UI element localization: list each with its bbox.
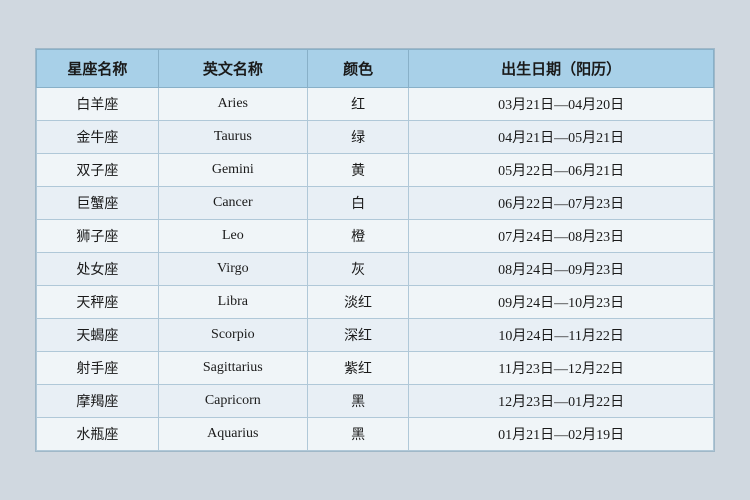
table-row: 摩羯座Capricorn黑12月23日—01月22日 xyxy=(37,385,714,418)
cell-chinese: 水瓶座 xyxy=(37,418,159,451)
cell-english: Capricorn xyxy=(158,385,307,418)
zodiac-table-container: 星座名称 英文名称 颜色 出生日期（阳历） 白羊座Aries红03月21日—04… xyxy=(35,48,715,452)
header-chinese: 星座名称 xyxy=(37,50,159,88)
cell-english: Aquarius xyxy=(158,418,307,451)
cell-english: Taurus xyxy=(158,121,307,154)
cell-color: 橙 xyxy=(307,220,409,253)
cell-english: Gemini xyxy=(158,154,307,187)
cell-date: 06月22日—07月23日 xyxy=(409,187,714,220)
cell-chinese: 狮子座 xyxy=(37,220,159,253)
table-row: 处女座Virgo灰08月24日—09月23日 xyxy=(37,253,714,286)
table-row: 白羊座Aries红03月21日—04月20日 xyxy=(37,88,714,121)
table-row: 水瓶座Aquarius黑01月21日—02月19日 xyxy=(37,418,714,451)
cell-date: 03月21日—04月20日 xyxy=(409,88,714,121)
cell-english: Libra xyxy=(158,286,307,319)
cell-date: 09月24日—10月23日 xyxy=(409,286,714,319)
table-row: 巨蟹座Cancer白06月22日—07月23日 xyxy=(37,187,714,220)
cell-chinese: 处女座 xyxy=(37,253,159,286)
cell-chinese: 双子座 xyxy=(37,154,159,187)
cell-english: Scorpio xyxy=(158,319,307,352)
cell-date: 08月24日—09月23日 xyxy=(409,253,714,286)
table-row: 双子座Gemini黄05月22日—06月21日 xyxy=(37,154,714,187)
cell-english: Virgo xyxy=(158,253,307,286)
cell-color: 白 xyxy=(307,187,409,220)
table-row: 射手座Sagittarius紫红11月23日—12月22日 xyxy=(37,352,714,385)
cell-chinese: 金牛座 xyxy=(37,121,159,154)
cell-chinese: 巨蟹座 xyxy=(37,187,159,220)
header-color: 颜色 xyxy=(307,50,409,88)
cell-english: Sagittarius xyxy=(158,352,307,385)
cell-date: 10月24日—11月22日 xyxy=(409,319,714,352)
cell-color: 淡红 xyxy=(307,286,409,319)
cell-english: Aries xyxy=(158,88,307,121)
table-row: 天蝎座Scorpio深红10月24日—11月22日 xyxy=(37,319,714,352)
table-row: 天秤座Libra淡红09月24日—10月23日 xyxy=(37,286,714,319)
cell-date: 12月23日—01月22日 xyxy=(409,385,714,418)
table-header-row: 星座名称 英文名称 颜色 出生日期（阳历） xyxy=(37,50,714,88)
cell-english: Cancer xyxy=(158,187,307,220)
cell-chinese: 摩羯座 xyxy=(37,385,159,418)
cell-english: Leo xyxy=(158,220,307,253)
cell-color: 黑 xyxy=(307,385,409,418)
cell-color: 黄 xyxy=(307,154,409,187)
header-english: 英文名称 xyxy=(158,50,307,88)
cell-chinese: 天蝎座 xyxy=(37,319,159,352)
cell-color: 紫红 xyxy=(307,352,409,385)
cell-date: 07月24日—08月23日 xyxy=(409,220,714,253)
cell-date: 01月21日—02月19日 xyxy=(409,418,714,451)
cell-color: 黑 xyxy=(307,418,409,451)
cell-color: 红 xyxy=(307,88,409,121)
cell-color: 深红 xyxy=(307,319,409,352)
cell-chinese: 白羊座 xyxy=(37,88,159,121)
cell-color: 绿 xyxy=(307,121,409,154)
cell-date: 11月23日—12月22日 xyxy=(409,352,714,385)
cell-chinese: 射手座 xyxy=(37,352,159,385)
zodiac-table: 星座名称 英文名称 颜色 出生日期（阳历） 白羊座Aries红03月21日—04… xyxy=(36,49,714,451)
cell-date: 04月21日—05月21日 xyxy=(409,121,714,154)
cell-color: 灰 xyxy=(307,253,409,286)
table-row: 狮子座Leo橙07月24日—08月23日 xyxy=(37,220,714,253)
table-row: 金牛座Taurus绿04月21日—05月21日 xyxy=(37,121,714,154)
header-date: 出生日期（阳历） xyxy=(409,50,714,88)
cell-chinese: 天秤座 xyxy=(37,286,159,319)
cell-date: 05月22日—06月21日 xyxy=(409,154,714,187)
